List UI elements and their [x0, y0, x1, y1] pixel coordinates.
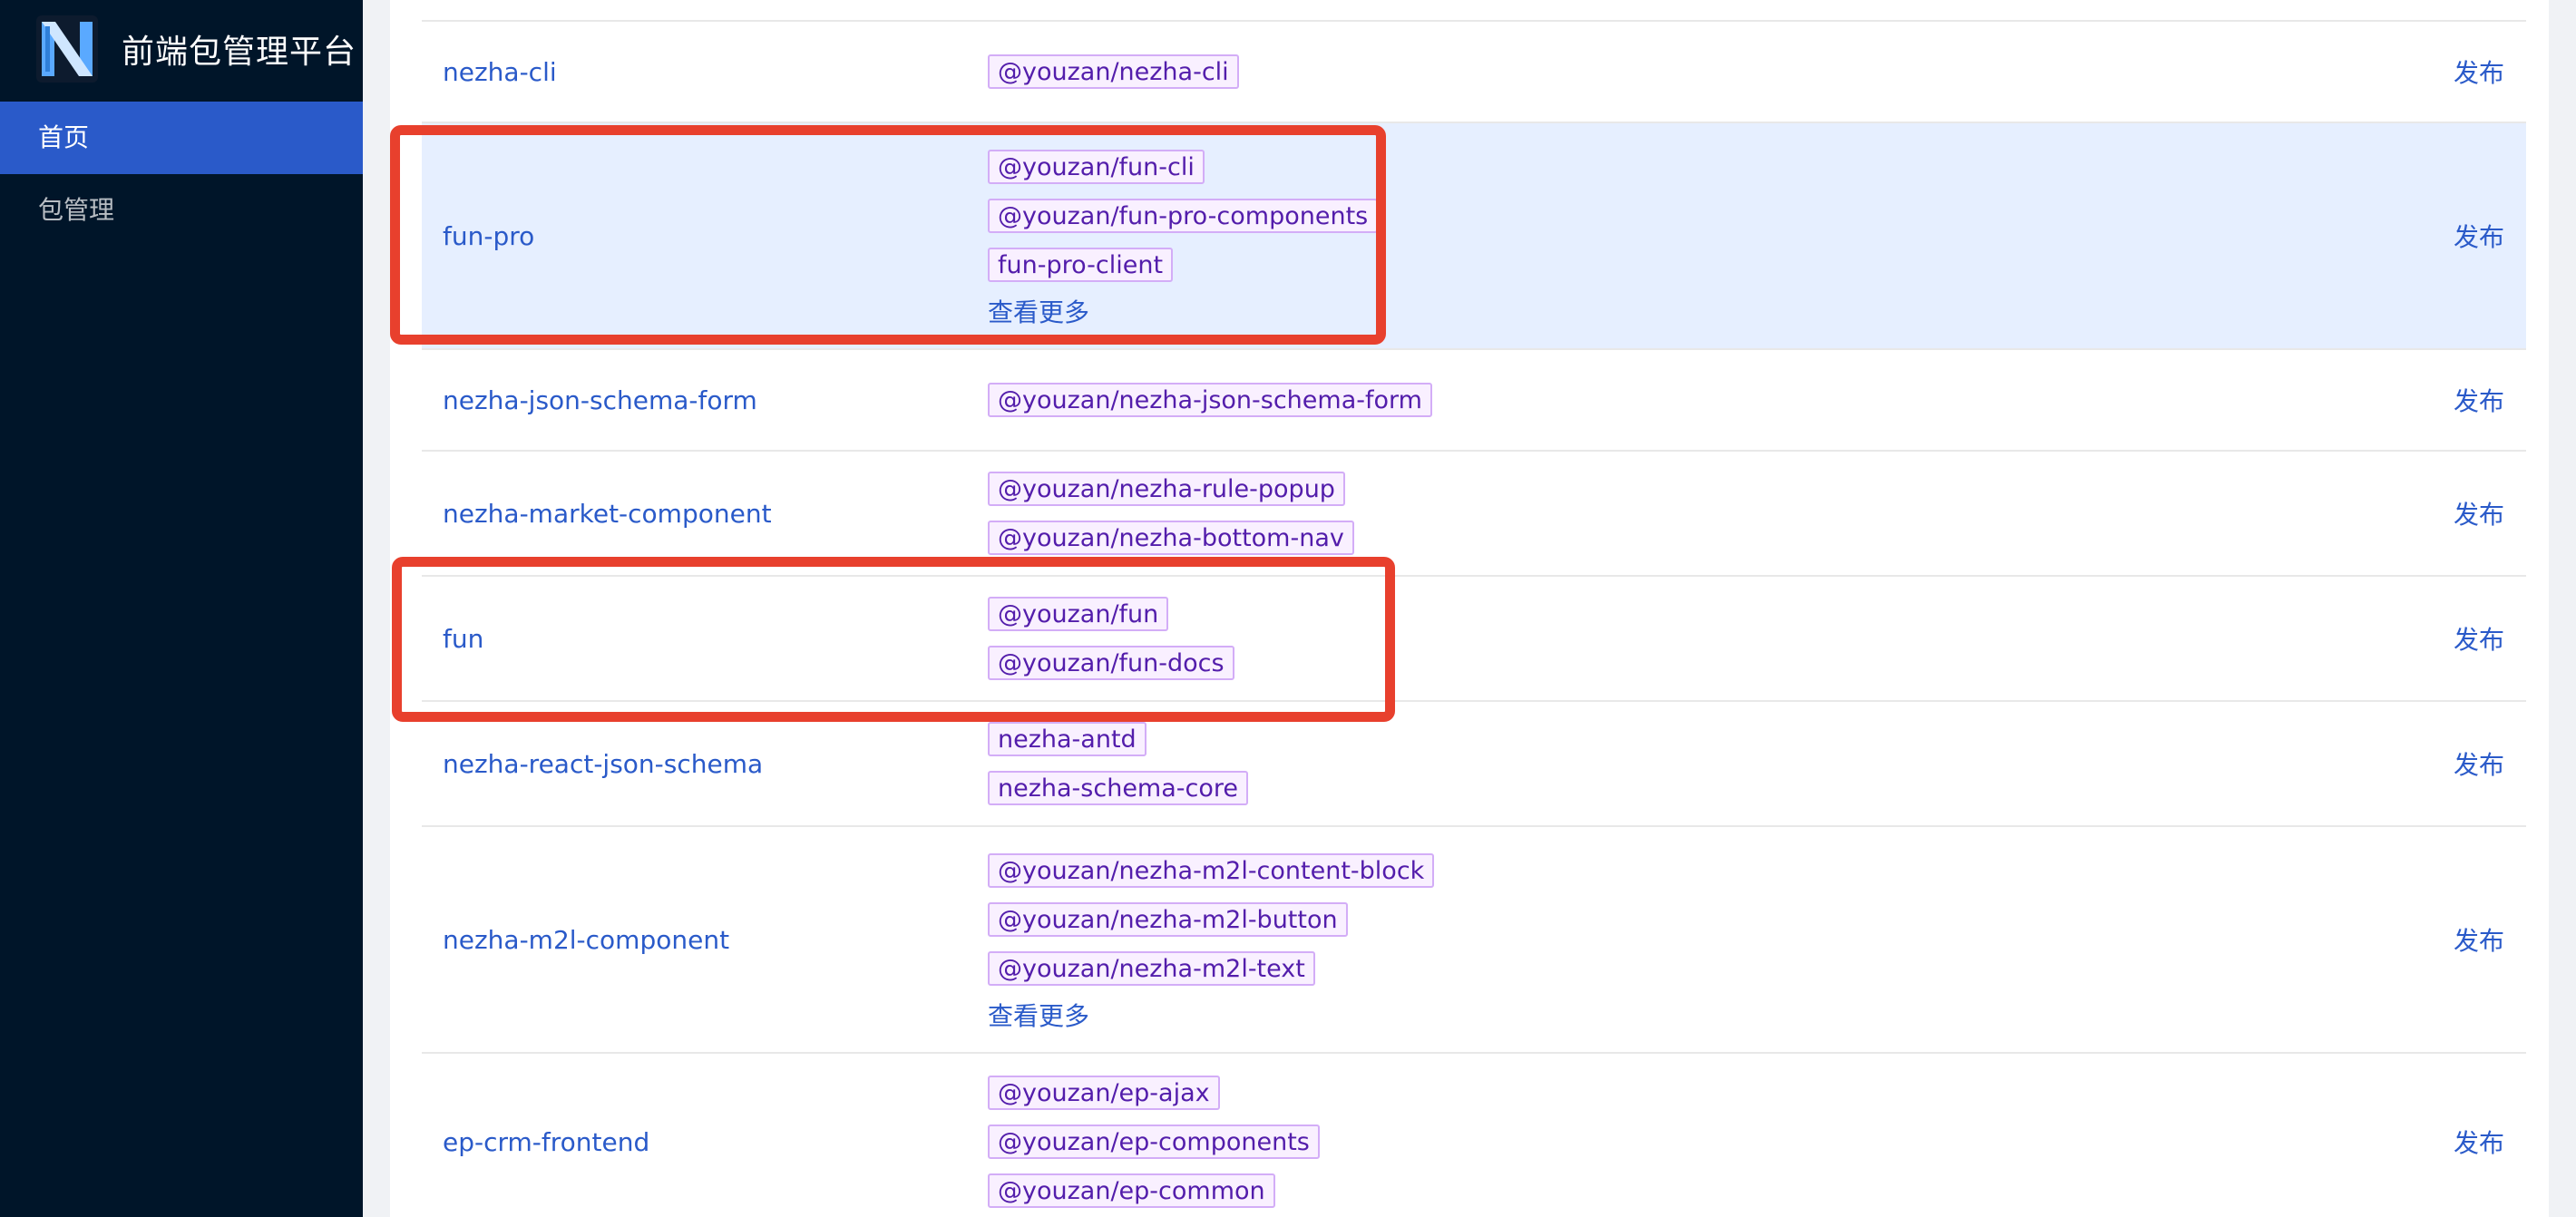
package-tags: @youzan/nezha-m2l-content-block @youzan/…	[988, 827, 1435, 1052]
table-row: fun @youzan/fun @youzan/fun-docs 发布	[422, 577, 2526, 702]
publish-link[interactable]: 发布	[2454, 620, 2504, 657]
package-tag: @youzan/fun-cli	[988, 150, 1205, 184]
publish-link[interactable]: 发布	[2454, 218, 2504, 254]
package-tag: @youzan/fun	[988, 597, 1169, 631]
main-content: nezha-cli @youzan/nezha-cli 发布 fun-pro @…	[390, 0, 2549, 1217]
table-row: fun-pro @youzan/fun-cli @youzan/fun-pro-…	[422, 123, 2526, 350]
table-row: nezha-json-schema-form @youzan/nezha-jso…	[422, 350, 2526, 452]
view-more-link[interactable]: 查看更多	[988, 997, 1089, 1033]
package-tag: @youzan/ep-common	[988, 1173, 1275, 1208]
package-tags: @youzan/nezha-rule-popup @youzan/nezha-b…	[988, 452, 1354, 575]
table-row: nezha-react-json-schema nezha-antd nezha…	[422, 702, 2526, 827]
package-tag: @youzan/nezha-cli	[988, 54, 1239, 89]
package-tag: @youzan/nezha-bottom-nav	[988, 521, 1354, 555]
sidebar: 前端包管理平台 首页 包管理	[0, 0, 363, 1217]
package-tag: @youzan/nezha-m2l-text	[988, 951, 1315, 986]
app-title: 前端包管理平台	[122, 34, 357, 71]
sidebar-item-packages[interactable]: 包管理	[0, 174, 363, 247]
publish-link[interactable]: 发布	[2454, 495, 2504, 531]
package-tag: nezha-antd	[988, 722, 1147, 756]
package-tags: @youzan/fun-cli @youzan/fun-pro-componen…	[988, 123, 1379, 348]
table-row: nezha-cli @youzan/nezha-cli 发布	[422, 20, 2526, 123]
sidebar-item-home[interactable]: 首页	[0, 102, 363, 174]
package-tag: @youzan/ep-ajax	[988, 1076, 1220, 1110]
table-row: nezha-market-component @youzan/nezha-rul…	[422, 452, 2526, 577]
package-tag: @youzan/nezha-rule-popup	[988, 472, 1345, 506]
package-tag: @youzan/nezha-json-schema-form	[988, 383, 1432, 417]
table-row: nezha-m2l-component @youzan/nezha-m2l-co…	[422, 827, 2526, 1054]
package-tags: @youzan/nezha-cli	[988, 22, 1239, 122]
package-tag: nezha-schema-core	[988, 771, 1249, 805]
package-tag: fun-pro-client	[988, 248, 1174, 282]
publish-link[interactable]: 发布	[2454, 382, 2504, 418]
publish-link[interactable]: 发布	[2454, 54, 2504, 90]
package-name-link[interactable]: nezha-m2l-component	[443, 925, 729, 955]
brand[interactable]: 前端包管理平台	[36, 13, 356, 85]
package-tags: @youzan/nezha-json-schema-form	[988, 350, 1432, 450]
package-tag: @youzan/nezha-m2l-button	[988, 902, 1348, 937]
package-tag: @youzan/ep-components	[988, 1125, 1320, 1159]
package-name-link[interactable]: nezha-json-schema-form	[443, 385, 757, 415]
package-name-link[interactable]: fun	[443, 624, 483, 654]
package-name-link[interactable]: fun-pro	[443, 221, 534, 251]
n-logo-icon	[36, 15, 98, 83]
package-name-link[interactable]: nezha-cli	[443, 57, 557, 87]
package-tags: @youzan/ep-ajax @youzan/ep-components @y…	[988, 1054, 1320, 1217]
publish-link[interactable]: 发布	[2454, 745, 2504, 782]
package-tags: @youzan/fun @youzan/fun-docs	[988, 577, 1234, 700]
package-tag: @youzan/nezha-m2l-content-block	[988, 853, 1435, 888]
package-tag: @youzan/fun-docs	[988, 646, 1234, 680]
package-name-link[interactable]: ep-crm-frontend	[443, 1127, 649, 1157]
view-more-link[interactable]: 查看更多	[988, 293, 1089, 329]
sidebar-menu: 首页 包管理	[0, 102, 363, 247]
package-tags: nezha-antd nezha-schema-core	[988, 702, 1249, 825]
table-row: ep-crm-frontend @youzan/ep-ajax @youzan/…	[422, 1054, 2526, 1217]
publish-link[interactable]: 发布	[2454, 921, 2504, 958]
package-name-link[interactable]: nezha-react-json-schema	[443, 749, 763, 779]
package-tag: @youzan/fun-pro-components	[988, 199, 1379, 233]
package-name-link[interactable]: nezha-market-component	[443, 499, 772, 529]
publish-link[interactable]: 发布	[2454, 1124, 2504, 1160]
